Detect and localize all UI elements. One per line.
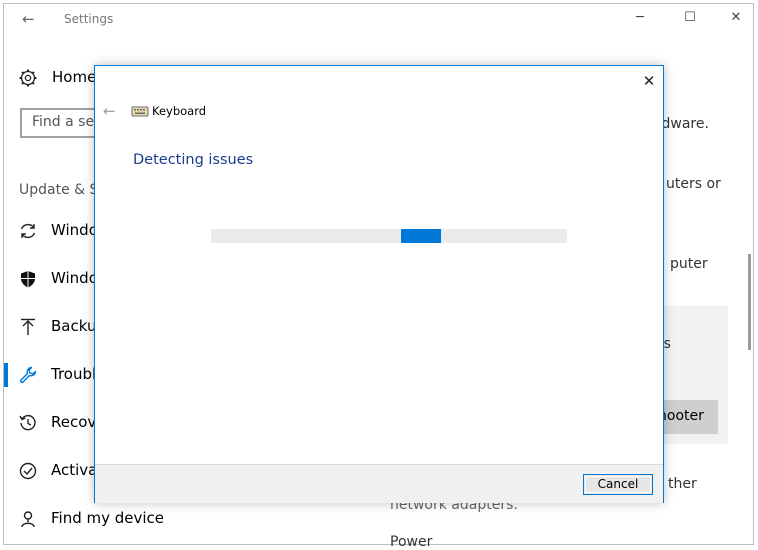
dialog-footer: Cancel: [95, 464, 663, 503]
sidebar-item-label: Home: [52, 68, 97, 86]
backup-arrow-icon: [21, 318, 35, 335]
shield-icon: [21, 271, 35, 288]
sidebar-item-label: Find my device: [51, 509, 165, 527]
person-pin-icon: [21, 511, 35, 528]
sidebar-item-find-my-device[interactable]: Find my device: [4, 501, 304, 537]
check-circle-icon: [19, 462, 37, 480]
search-placeholder: Find a set: [32, 114, 100, 130]
troubleshooter-dialog: ✕ ← Keyboard Detecting issues Cancel: [94, 65, 664, 503]
close-button[interactable]: ✕: [726, 10, 746, 30]
back-arrow-icon[interactable]: ←: [22, 10, 42, 30]
dialog-heading: Detecting issues: [133, 152, 254, 168]
button-label: hooter: [658, 408, 704, 424]
description-text: Power: [390, 534, 433, 550]
sidebar-item-label: Troubl: [51, 365, 97, 383]
gear-icon: [19, 69, 37, 87]
cancel-button[interactable]: Cancel: [583, 474, 653, 495]
sidebar-item-label: Windo: [51, 269, 98, 287]
sync-icon: [20, 223, 36, 239]
minimize-button[interactable]: ─: [630, 10, 650, 30]
back-arrow-icon[interactable]: ←: [103, 102, 123, 122]
close-icon[interactable]: ✕: [638, 70, 660, 92]
maximize-button[interactable]: ☐: [680, 10, 700, 30]
section-header: Update & S: [19, 182, 99, 198]
window-title: Settings: [64, 12, 114, 26]
dialog-app-name: Keyboard: [152, 104, 207, 118]
sidebar-item-label: Windo: [51, 221, 98, 239]
progress-bar: [211, 229, 567, 243]
description-text: puter: [670, 256, 708, 272]
wrench-icon: [19, 366, 37, 384]
keyboard-icon: [131, 106, 149, 117]
history-icon: [19, 414, 36, 431]
description-text: ther: [668, 476, 697, 492]
description-text: uters or: [666, 176, 721, 192]
progress-indicator: [401, 229, 441, 243]
scrollbar[interactable]: [748, 254, 751, 350]
title-bar: ← Settings ─ ☐ ✕: [4, 4, 753, 36]
